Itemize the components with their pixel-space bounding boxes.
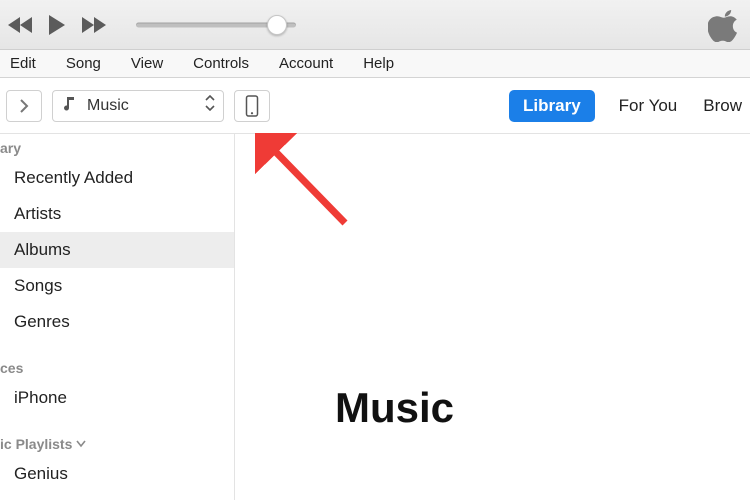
sidebar-item[interactable]: Artists [0, 196, 234, 232]
sidebar-item[interactable]: Albums [0, 232, 234, 268]
toolbar: Music Library For You Brow [0, 78, 750, 134]
menu-account[interactable]: Account [273, 52, 339, 75]
sidebar-item[interactable]: Recently Added [0, 160, 234, 196]
updown-chevron-icon [205, 95, 215, 116]
phone-icon [245, 95, 259, 117]
sidebar-section-playlists[interactable]: ic Playlists [0, 430, 234, 456]
page-title: Music [335, 384, 454, 432]
tab-library[interactable]: Library [509, 90, 595, 122]
sidebar-item[interactable]: Songs [0, 268, 234, 304]
playback-bar [0, 0, 750, 50]
main-area: ary Recently AddedArtistsAlbumsSongsGenr… [0, 134, 750, 500]
sidebar: ary Recently AddedArtistsAlbumsSongsGenr… [0, 134, 235, 500]
sidebar-section-library: ary [0, 134, 234, 160]
sidebar-item[interactable]: Genres [0, 304, 234, 340]
playback-controls [6, 10, 108, 40]
tab-for-you[interactable]: For You [617, 90, 680, 122]
menu-bar: Edit Song View Controls Account Help [0, 50, 750, 78]
content-area: Music [235, 134, 750, 500]
volume-thumb[interactable] [267, 15, 287, 35]
media-picker-label: Music [87, 97, 129, 115]
nav-tabs: Library For You Brow [509, 90, 744, 122]
menu-view[interactable]: View [125, 52, 169, 75]
menu-help[interactable]: Help [357, 52, 400, 75]
apple-logo-icon [706, 6, 744, 44]
play-button[interactable] [42, 10, 72, 40]
section-label: ces [0, 360, 23, 376]
next-button[interactable] [78, 10, 108, 40]
previous-button[interactable] [6, 10, 36, 40]
menu-song[interactable]: Song [60, 52, 107, 75]
menu-controls[interactable]: Controls [187, 52, 255, 75]
volume-slider[interactable] [136, 15, 296, 35]
forward-button[interactable] [6, 90, 42, 122]
sidebar-section-devices: ces [0, 354, 234, 380]
section-label: ary [0, 140, 21, 156]
sidebar-item[interactable]: iPhone [0, 380, 234, 416]
menu-edit[interactable]: Edit [4, 52, 42, 75]
media-picker[interactable]: Music [52, 90, 224, 122]
music-note-icon [61, 95, 77, 116]
chevron-down-icon [76, 437, 86, 451]
section-label: ic Playlists [0, 436, 72, 452]
tab-browse[interactable]: Brow [701, 90, 744, 122]
device-button[interactable] [234, 90, 270, 122]
sidebar-item[interactable]: Genius [0, 456, 234, 492]
